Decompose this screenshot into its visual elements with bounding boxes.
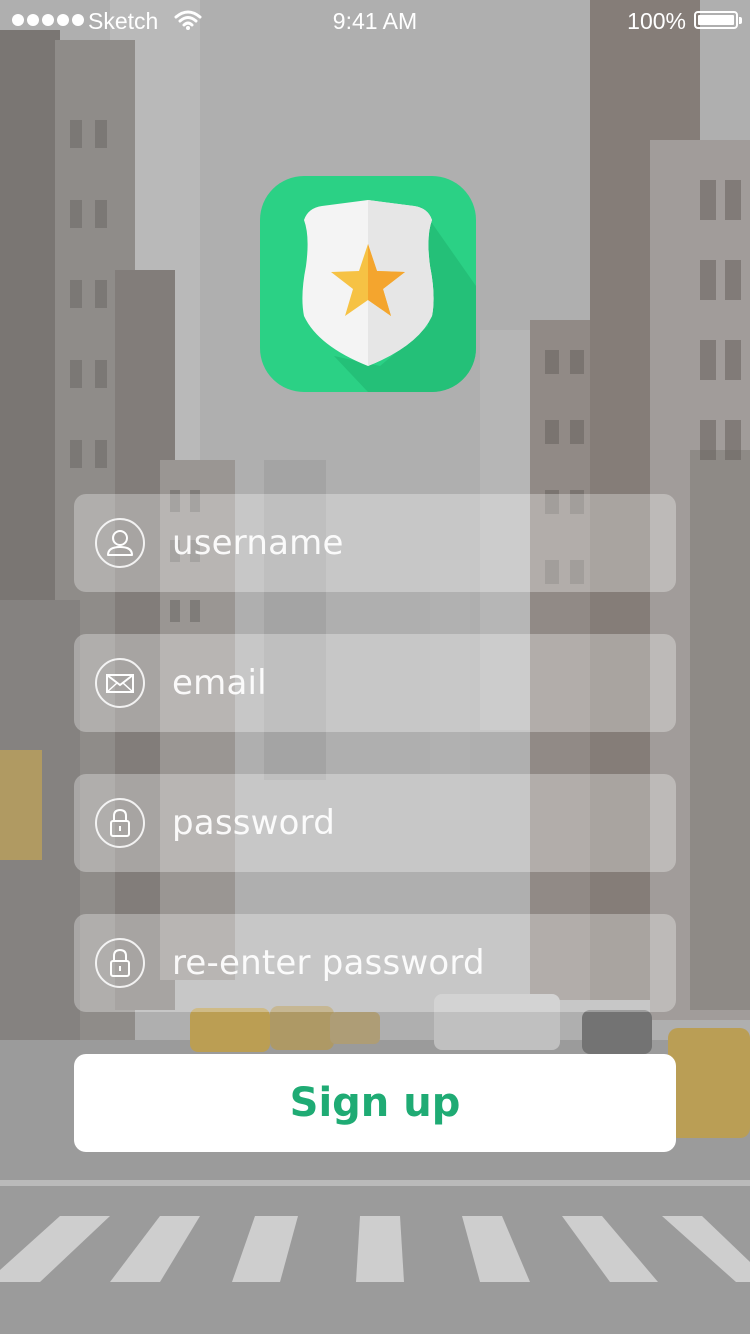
lock-icon (95, 798, 145, 848)
password-field[interactable]: password (74, 774, 676, 872)
password-placeholder: password (172, 803, 336, 843)
username-placeholder: username (172, 523, 344, 563)
envelope-icon (95, 658, 145, 708)
re-enter-password-placeholder: re-enter password (172, 943, 485, 983)
re-enter-password-field[interactable]: re-enter password (74, 914, 676, 1012)
status-bar: Sketch 9:41 AM 100% (0, 0, 750, 40)
user-icon (95, 518, 145, 568)
sign-up-label: Sign up (289, 1080, 461, 1126)
battery-icon (694, 11, 742, 29)
sign-up-button[interactable]: Sign up (74, 1054, 676, 1152)
battery-percent: 100% (627, 8, 686, 34)
email-placeholder: email (172, 663, 267, 703)
lock-icon (95, 938, 145, 988)
username-field[interactable]: username (74, 494, 676, 592)
app-logo (260, 176, 476, 392)
police-badge-star-icon (302, 200, 476, 392)
email-field[interactable]: email (74, 634, 676, 732)
